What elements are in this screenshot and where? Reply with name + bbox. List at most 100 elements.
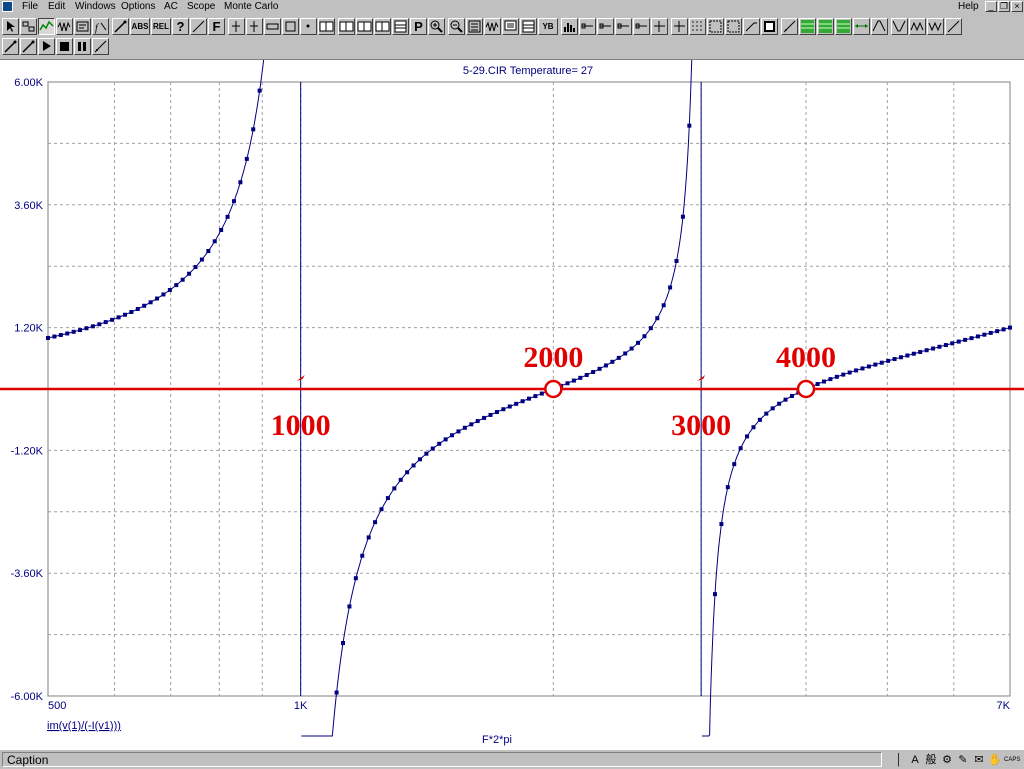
data-point-marker	[360, 553, 365, 558]
data-point-marker	[187, 271, 192, 276]
zoom-in-button[interactable]	[428, 18, 445, 35]
menu-options[interactable]: Options	[121, 0, 155, 13]
data-point-marker	[578, 375, 583, 380]
square-button[interactable]	[761, 18, 778, 35]
ramp-button[interactable]	[743, 18, 760, 35]
abs-button[interactable]: ABS	[130, 18, 150, 35]
plot-mode-button[interactable]	[38, 18, 55, 35]
slope-button[interactable]	[190, 18, 207, 35]
token-1-button[interactable]	[579, 18, 596, 35]
component-tool-button[interactable]	[20, 18, 37, 35]
data-point-marker	[854, 368, 859, 373]
menu-scope[interactable]: Scope	[187, 0, 215, 13]
help-query-glyph: ?	[176, 19, 185, 34]
menu-ac[interactable]: AC	[164, 0, 178, 13]
high-icon	[910, 21, 924, 32]
token-4-button[interactable]	[633, 18, 650, 35]
help-query-button[interactable]: ?	[172, 18, 189, 35]
zoom-out-button[interactable]	[448, 18, 465, 35]
token-2-button[interactable]	[597, 18, 614, 35]
menu-help[interactable]: Help	[958, 0, 979, 13]
restore-button[interactable]: ❐	[998, 1, 1010, 12]
cursor-right-button[interactable]	[246, 18, 263, 35]
diagonal-button[interactable]	[781, 18, 798, 35]
numeric-output-button[interactable]	[392, 18, 409, 35]
abs-glyph: ABS	[131, 22, 149, 31]
layout-2-button[interactable]	[338, 18, 355, 35]
histogram-button[interactable]	[561, 18, 578, 35]
green-grid-3-button[interactable]	[835, 18, 852, 35]
slope-2-button[interactable]	[945, 18, 962, 35]
component-icon	[22, 21, 35, 32]
green-grid-1-button[interactable]	[799, 18, 816, 35]
line-icon	[599, 23, 611, 29]
pause-button[interactable]	[74, 38, 91, 55]
data-point-marker	[937, 344, 942, 349]
layout-1-button[interactable]	[318, 18, 335, 35]
screen-button[interactable]	[502, 18, 519, 35]
tag-button[interactable]	[264, 18, 281, 35]
menu-edit[interactable]: Edit	[48, 0, 65, 13]
menu-file[interactable]: File	[22, 0, 38, 13]
minimize-button[interactable]: _	[985, 1, 997, 12]
data-point-marker	[58, 333, 63, 338]
data-point-marker	[712, 592, 717, 597]
data-point-marker	[90, 324, 95, 329]
next-point-button[interactable]	[853, 18, 870, 35]
tray-icon[interactable]: CAPS	[1004, 753, 1020, 767]
cross-1-button[interactable]	[651, 18, 668, 35]
layout-3-button[interactable]	[356, 18, 373, 35]
tray-icon[interactable]: A	[908, 753, 922, 767]
print-button[interactable]: P	[410, 18, 427, 35]
tray-icon[interactable]: ✎	[956, 753, 970, 767]
table-icon	[394, 20, 407, 33]
frame-2-button[interactable]	[725, 18, 742, 35]
run-button[interactable]	[38, 38, 55, 55]
wave-mode-button[interactable]	[56, 18, 73, 35]
layout-4-button[interactable]	[374, 18, 391, 35]
cross-2-button[interactable]	[671, 18, 688, 35]
select-tool-button[interactable]	[2, 18, 19, 35]
grid-dots-button[interactable]	[689, 18, 706, 35]
low-button[interactable]	[927, 18, 944, 35]
data-point-marker	[129, 309, 134, 314]
dots-icon	[692, 21, 702, 31]
high-button[interactable]	[909, 18, 926, 35]
token-3-button[interactable]	[615, 18, 632, 35]
stop-button[interactable]	[56, 38, 73, 55]
font-button[interactable]: F	[208, 18, 225, 35]
tray-icon[interactable]: ✋	[988, 753, 1002, 767]
auto-scale-button[interactable]	[466, 18, 483, 35]
y-axis-label[interactable]: im(v(1)/(-I(v1)))	[47, 720, 121, 732]
valley-button[interactable]	[891, 18, 908, 35]
probe-button[interactable]	[112, 18, 129, 35]
box-button[interactable]	[282, 18, 299, 35]
scope-probe-2-button[interactable]	[20, 38, 37, 55]
waveform-button[interactable]	[484, 18, 501, 35]
app-icon[interactable]	[2, 1, 13, 12]
step-button[interactable]	[92, 38, 109, 55]
tray-icon[interactable]: ⚙	[940, 753, 954, 767]
data-point-marker	[155, 296, 160, 301]
peak-button[interactable]	[871, 18, 888, 35]
tray-icon[interactable]: ✉	[972, 753, 986, 767]
menu-monte-carlo[interactable]: Monte Carlo	[224, 0, 278, 13]
function-button[interactable]: f	[92, 18, 109, 35]
wave-icon	[57, 21, 71, 32]
green-grid-2-button[interactable]	[817, 18, 834, 35]
menu-windows[interactable]: Windows	[75, 0, 116, 13]
tray-icon[interactable]: 般	[924, 753, 938, 767]
y-scale-button[interactable]: YB	[538, 18, 558, 35]
rel-button[interactable]: REL	[151, 18, 171, 35]
tray-icon[interactable]: │	[892, 753, 906, 767]
data-point-marker	[424, 451, 429, 456]
frame-button[interactable]	[707, 18, 724, 35]
plot-canvas[interactable]: 6.00K 3.60K 1.20K -1.20K -3.60K -6.00K 500 1K 7K…	[0, 60, 1024, 750]
scope-probe-button[interactable]	[2, 38, 19, 55]
grid-table-button[interactable]	[520, 18, 537, 35]
cursor-left-button[interactable]	[228, 18, 245, 35]
close-button[interactable]: ×	[1011, 1, 1023, 12]
point-button[interactable]	[300, 18, 317, 35]
data-point-marker	[430, 446, 435, 451]
plot-properties-button[interactable]	[74, 18, 91, 35]
